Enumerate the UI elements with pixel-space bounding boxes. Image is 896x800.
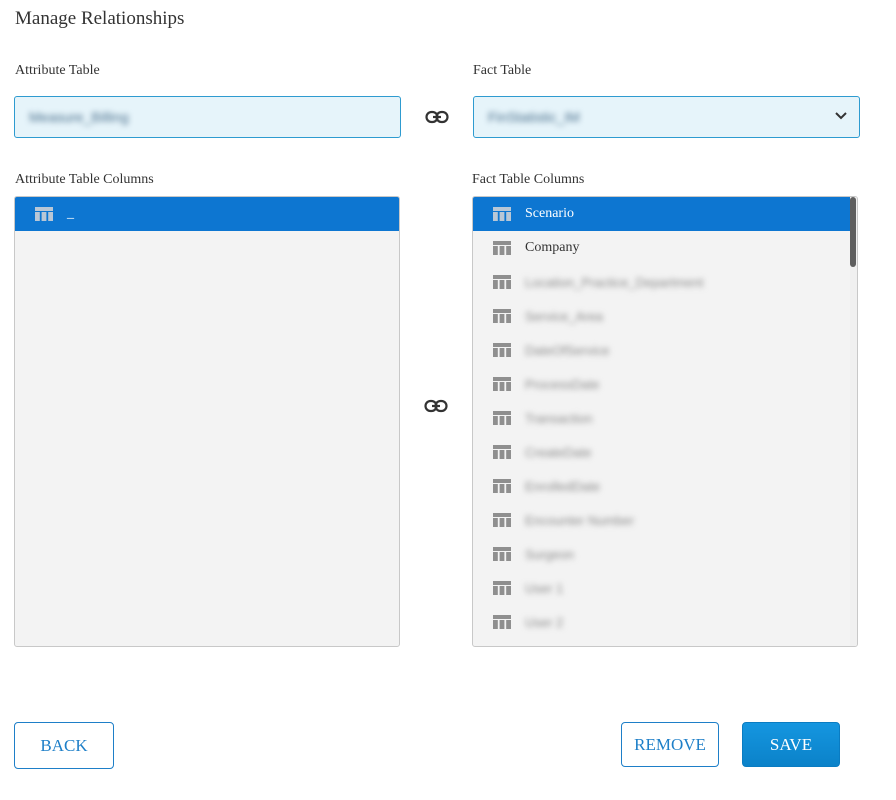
column-row[interactable]: Scenario (473, 197, 850, 231)
column-row-label: CreateDate (525, 444, 592, 460)
fact-table-columns-label: Fact Table Columns (472, 172, 585, 187)
table-column-icon (493, 615, 511, 629)
column-row[interactable]: Encounter Number (473, 503, 850, 537)
back-button[interactable]: BACK (14, 722, 114, 769)
column-row-label: Surgeon (525, 546, 575, 562)
column-row-label: DateOfService (525, 342, 610, 358)
table-column-icon (493, 547, 511, 561)
scrollbar-thumb[interactable] (850, 197, 856, 267)
column-row[interactable]: User 1 (473, 571, 850, 605)
column-row-label: ProcessDate (525, 376, 600, 392)
table-column-icon (493, 445, 511, 459)
column-row-label: User 2 (525, 614, 564, 630)
table-column-icon (493, 513, 511, 527)
column-row[interactable]: Transaction (473, 401, 850, 435)
table-column-icon (493, 309, 511, 323)
column-row-label: Service_Area (525, 308, 604, 324)
table-column-icon (493, 207, 511, 221)
attribute-table-field[interactable]: Measure_Billing (14, 96, 401, 138)
column-row[interactable]: ProcessDate (473, 367, 850, 401)
column-row[interactable]: _ (15, 197, 399, 231)
attribute-table-label: Attribute Table (15, 63, 100, 78)
table-column-icon (493, 241, 511, 255)
fact-table-select[interactable]: FinStatistic_IM (473, 96, 860, 138)
fact-columns-list[interactable]: Scenario Company Location_Practice_Departm… (472, 196, 858, 647)
attribute-columns-list[interactable]: _ (14, 196, 400, 647)
column-row-label: User 1 (525, 580, 564, 596)
column-row-label: EnrolledDate (525, 478, 601, 494)
column-row[interactable]: Surgeon (473, 537, 850, 571)
table-column-icon (35, 207, 53, 221)
link-icon (425, 110, 449, 124)
column-row-label: Encounter Number (525, 512, 635, 528)
column-row[interactable]: User 2 (473, 605, 850, 639)
column-row[interactable]: DateOfService (473, 333, 850, 367)
column-row[interactable]: EnrolledDate (473, 469, 850, 503)
table-column-icon (493, 479, 511, 493)
page-title: Manage Relationships (15, 8, 185, 29)
table-column-icon (493, 581, 511, 595)
table-column-icon (493, 377, 511, 391)
column-row[interactable]: Company (473, 231, 850, 265)
attribute-table-value: Measure_Billing (29, 109, 129, 125)
scrollbar-track[interactable] (850, 197, 857, 646)
column-row-label: Location_Practice_Department (525, 274, 704, 290)
table-column-icon (493, 275, 511, 289)
fact-table-label: Fact Table (473, 63, 532, 78)
column-row-label: Company (525, 240, 580, 255)
remove-button[interactable]: REMOVE (621, 722, 719, 767)
table-column-icon (493, 411, 511, 425)
attribute-table-columns-label: Attribute Table Columns (15, 172, 154, 187)
column-row[interactable]: Service_Area (473, 299, 850, 333)
save-button[interactable]: SAVE (742, 722, 840, 767)
column-row[interactable]: Location_Practice_Department (473, 265, 850, 299)
column-row-label: Transaction (525, 410, 593, 426)
fact-table-value: FinStatistic_IM (488, 109, 580, 125)
chevron-down-icon (835, 112, 847, 120)
column-row-label: _ (67, 206, 74, 221)
column-row-label: Scenario (525, 206, 574, 221)
link-icon (424, 399, 448, 413)
column-row[interactable]: CreateDate (473, 435, 850, 469)
table-column-icon (493, 343, 511, 357)
